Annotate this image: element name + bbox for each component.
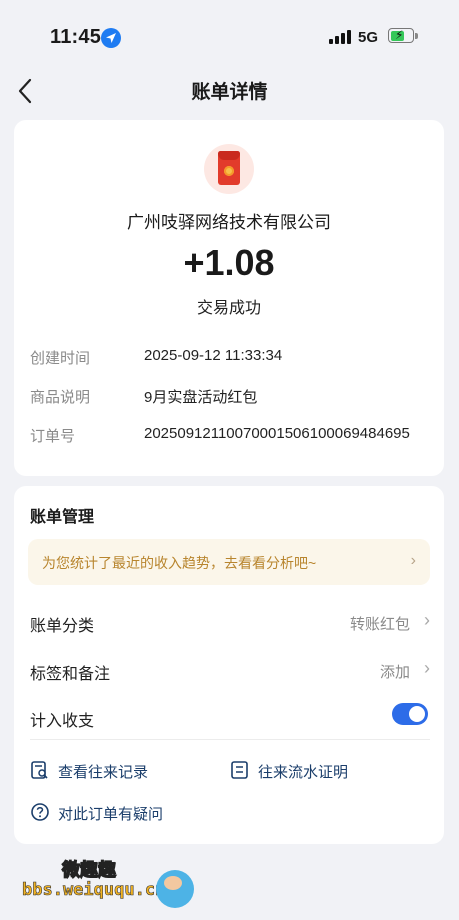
tags-notes-row[interactable]: 标签和备注 添加 ›	[30, 650, 430, 690]
detail-value[interactable]: 20250912110070001506100069484695	[144, 425, 410, 442]
location-arrow-icon	[101, 28, 121, 48]
view-history-link[interactable]: 查看往来记录	[30, 760, 210, 781]
row-label: 标签和备注	[30, 666, 111, 683]
transaction-proof-link[interactable]: 往来流水证明	[230, 760, 410, 781]
status-bar: 11:45 5G ⚡	[0, 0, 459, 70]
chevron-right-icon: ›	[424, 610, 430, 630]
network-type: 5G	[358, 29, 379, 46]
order-question-link[interactable]: 对此订单有疑问	[30, 802, 230, 823]
site-watermark: 微趣趣 bbs.weiququ.cn	[14, 848, 214, 918]
row-value: 添加	[379, 664, 410, 681]
include-in-stats-toggle[interactable]	[392, 703, 428, 725]
bill-category-row[interactable]: 账单分类 转账红包 ›	[30, 602, 430, 642]
detail-value: 2025-09-12 11:33:34	[144, 347, 283, 364]
question-icon	[31, 803, 49, 821]
chevron-right-icon: ›	[410, 552, 416, 569]
transaction-status: 交易成功	[196, 300, 261, 317]
watermark-url: bbs.weiququ.cn	[22, 880, 166, 901]
bill-management-card: 账单管理 为您统计了最近的收入趋势，去看看分析吧~ › 账单分类 转账红包 › …	[14, 486, 444, 844]
detail-label: 创建时间	[30, 350, 91, 367]
section-title: 账单管理	[30, 509, 95, 526]
row-label: 计入收支	[30, 713, 95, 730]
divider	[30, 739, 430, 740]
watermark-title: 微趣趣	[61, 859, 116, 880]
mascot-icon	[156, 870, 194, 908]
signal-icon	[329, 30, 353, 44]
banner-text: 为您统计了最近的收入趋势，去看看分析吧~	[42, 555, 317, 571]
navigation-bar: 账单详情	[0, 70, 459, 110]
detail-label: 订单号	[30, 428, 76, 445]
detail-label: 商品说明	[30, 389, 91, 406]
income-trend-banner[interactable]: 为您统计了最近的收入趋势，去看看分析吧~ ›	[28, 539, 430, 585]
red-packet-icon	[204, 144, 254, 194]
document-icon	[231, 761, 248, 779]
include-in-stats-row: 计入收支	[30, 697, 430, 737]
bill-summary-card: 广州吱驿网络技术有限公司 +1.08 交易成功 创建时间 2025-09-12 …	[14, 120, 444, 476]
row-label: 账单分类	[30, 618, 95, 635]
link-label: 查看往来记录	[58, 764, 149, 781]
chevron-right-icon: ›	[424, 658, 430, 678]
transaction-amount: +1.08	[183, 242, 275, 283]
battery-icon: ⚡	[388, 28, 414, 43]
records-search-icon	[31, 761, 48, 779]
row-value: 转账红包	[349, 616, 410, 633]
link-label: 对此订单有疑问	[58, 806, 164, 823]
page-title: 账单详情	[191, 82, 268, 103]
status-time: 11:45	[50, 26, 102, 48]
link-label: 往来流水证明	[258, 764, 349, 781]
battery-tip	[415, 33, 418, 39]
merchant-name: 广州吱驿网络技术有限公司	[127, 213, 331, 232]
detail-value: 9月实盘活动红包	[144, 389, 258, 406]
